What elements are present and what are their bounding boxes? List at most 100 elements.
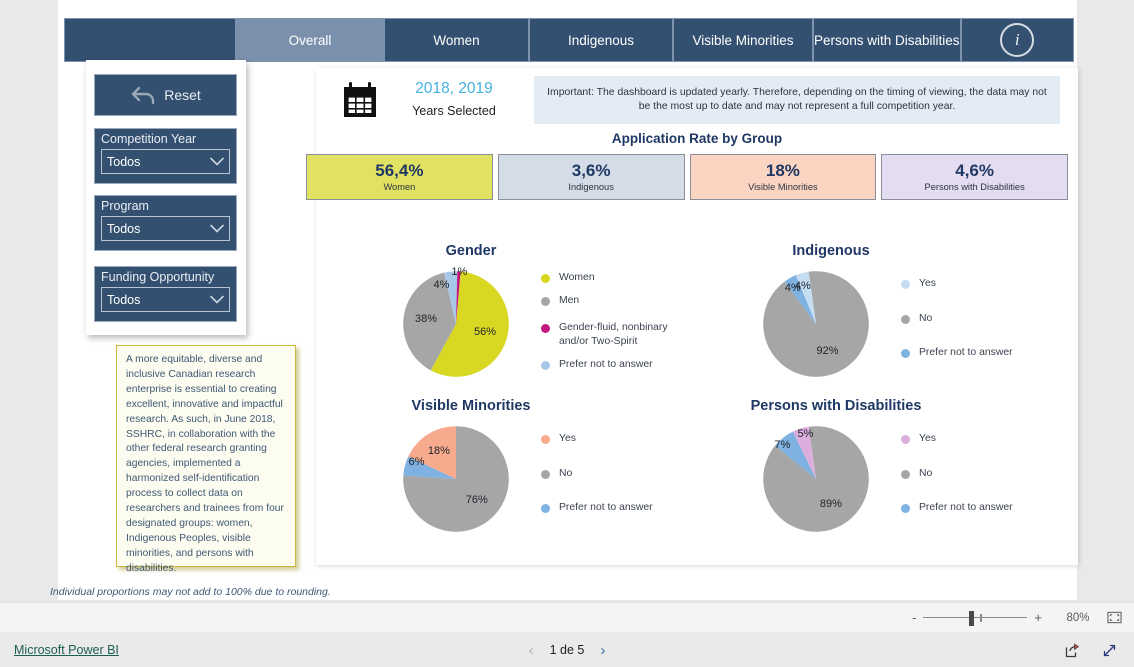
legend-swatch — [541, 504, 550, 513]
legend-item[interactable]: Prefer not to answer — [541, 358, 684, 372]
power-bi-footer: Microsoft Power BI ‹ 1 de 5 › — [0, 633, 1134, 667]
chart-indigenous-title: Indigenous — [792, 243, 870, 259]
chart-persons-with-disabilities: Persons with Disabilities 5% 89% 7% Yes No — [706, 398, 1051, 553]
chart-gender-title: Gender — [445, 243, 497, 259]
chart-persons-with-disabilities-title: Persons with Disabilities — [750, 398, 922, 414]
legend-label: Yes — [919, 433, 936, 444]
chart-gender-pie-svg — [403, 271, 509, 377]
legend-swatch — [541, 274, 550, 283]
legend-item[interactable]: No — [901, 467, 1013, 481]
tab-blank[interactable] — [64, 18, 236, 62]
info-icon: i — [1000, 23, 1035, 57]
legend-label: Gender-fluid, nonbinary and/or Two-Spiri… — [559, 322, 668, 347]
legend-item[interactable]: Prefer not to answer — [541, 501, 653, 515]
info-icon-glyph: i — [1014, 30, 1020, 49]
kpi-card-persons-with-disabilities-value: 4,6% — [955, 161, 994, 180]
legend-label: Prefer not to answer — [559, 502, 653, 513]
legend-swatch — [901, 280, 910, 289]
legend-swatch — [901, 314, 910, 324]
reset-arrow-icon — [132, 86, 155, 105]
chart-gender-legend: Women Men Gender-fluid, nonbinary and/or… — [541, 271, 684, 381]
important-notice-banner: Important: The dashboard is updated year… — [534, 76, 1060, 124]
tab-persons-with-disabilities[interactable]: Persons with Disabilities — [813, 18, 961, 62]
previous-page-button[interactable]: ‹ — [529, 642, 534, 659]
zoom-slider-thumb[interactable] — [969, 610, 975, 626]
legend-label: Prefer not to answer — [919, 347, 1013, 358]
chart-gender-pie[interactable]: 56% 38% 1% 4% — [401, 266, 511, 379]
important-notice-text: Important: The dashboard is updated year… — [547, 87, 1047, 112]
years-selected-value: 2018, 2019 — [415, 80, 493, 97]
legend-item[interactable]: Yes — [901, 277, 1013, 291]
tab-women[interactable]: Women — [384, 18, 529, 62]
slicer-funding-opportunity-value: Todos — [107, 292, 141, 307]
chart-persons-with-disabilities-pie-svg — [763, 426, 869, 532]
legend-swatch — [901, 435, 910, 444]
kpi-card-persons-with-disabilities[interactable]: 4,6% Persons with Disabilities — [881, 154, 1068, 200]
kpi-card-indigenous[interactable]: 3,6% Indigenous — [497, 154, 685, 200]
chevron-down-icon — [210, 295, 224, 304]
legend-label: No — [919, 312, 933, 324]
page-indicator: 1 de 5 — [549, 643, 585, 657]
legend-item[interactable]: Prefer not to answer — [901, 501, 1013, 515]
zoom-out-button[interactable]: - — [907, 610, 921, 625]
tab-overall[interactable]: Overall — [236, 18, 384, 62]
chart-indigenous-legend: Yes No Prefer not to answer — [901, 277, 1013, 369]
tab-visible-minorities[interactable]: Visible Minorities — [673, 18, 813, 62]
slicer-funding-opportunity[interactable]: Funding Opportunity Todos — [94, 266, 237, 322]
chart-persons-with-disabilities-pie[interactable]: 5% 89% 7% — [761, 424, 871, 534]
kpi-card-row: 56,4% Women 3,6% Indigenous 18% Visible … — [306, 154, 1068, 200]
kpi-card-indigenous-label: Indigenous — [568, 182, 614, 192]
legend-item[interactable]: Yes — [901, 432, 1013, 446]
legend-swatch — [541, 469, 550, 479]
legend-swatch — [541, 324, 550, 333]
zoom-slider-tick — [980, 613, 982, 622]
legend-item[interactable]: Women — [541, 271, 684, 285]
kpi-card-visible-minorities-value: 18% — [765, 161, 800, 180]
kpi-card-women-value: 56,4% — [375, 161, 424, 180]
filter-panel: Reset Competition Year Todos Program Tod… — [86, 60, 246, 335]
reset-button[interactable]: Reset — [94, 74, 237, 116]
fit-to-page-icon[interactable] — [1107, 610, 1122, 625]
zoom-slider[interactable] — [923, 610, 1028, 626]
slicer-funding-opportunity-select[interactable]: Todos — [101, 287, 230, 312]
legend-item[interactable]: No — [901, 312, 1013, 326]
tab-overall-label: Overall — [288, 32, 332, 48]
tab-indigenous[interactable]: Indigenous — [529, 18, 673, 62]
chart-visible-minorities: Visible Minorities 18% 76% 6% Yes No Pre… — [346, 398, 686, 553]
legend-item[interactable]: No — [541, 467, 653, 481]
tab-indigenous-label: Indigenous — [567, 32, 635, 48]
kpi-card-women[interactable]: 56,4% Women — [306, 154, 493, 200]
chart-visible-minorities-title: Visible Minorities — [411, 398, 531, 414]
legend-swatch — [901, 504, 910, 513]
slicer-competition-year[interactable]: Competition Year Todos — [94, 128, 237, 184]
zoom-level-value: 80% — [1066, 611, 1090, 624]
slicer-competition-year-select[interactable]: Todos — [101, 149, 230, 174]
zoom-slider-track — [923, 616, 1028, 618]
legend-item[interactable]: Gender-fluid, nonbinary and/or Two-Spiri… — [541, 321, 684, 348]
zoom-in-button[interactable]: + — [1029, 610, 1047, 625]
tab-women-label: Women — [433, 32, 480, 48]
chart-visible-minorities-legend: Yes No Prefer not to answer — [541, 432, 653, 524]
kpi-card-visible-minorities[interactable]: 18% Visible Minorities — [689, 154, 877, 200]
years-selected-label: Years Selected — [412, 104, 496, 118]
slicer-program[interactable]: Program Todos — [94, 195, 237, 251]
legend-item[interactable]: Yes — [541, 432, 653, 446]
legend-swatch — [901, 349, 910, 358]
slicer-competition-year-value: Todos — [107, 154, 141, 169]
chart-indigenous-pie[interactable]: 4% 92% 4% — [761, 269, 871, 379]
legend-item[interactable]: Men — [541, 294, 684, 308]
legend-label: Yes — [559, 433, 576, 444]
legend-item[interactable]: Prefer not to answer — [901, 346, 1013, 360]
zoom-toolbar: - + 80% — [0, 602, 1134, 632]
info-button[interactable]: i — [960, 18, 1074, 62]
power-bi-report-viewer: Overall Women Indigenous Visible Minorit… — [0, 0, 1134, 667]
slicer-program-select[interactable]: Todos — [101, 216, 230, 241]
next-page-button[interactable]: › — [600, 642, 605, 659]
tab-persons-with-disabilities-label: Persons with Disabilities — [814, 32, 960, 48]
chart-visible-minorities-pie[interactable]: 18% 76% 6% — [401, 424, 511, 534]
navigation-tabs: Overall Women Indigenous Visible Minorit… — [64, 18, 1074, 62]
chart-persons-with-disabilities-legend: Yes No Prefer not to answer — [901, 432, 1013, 524]
legend-swatch — [901, 469, 910, 479]
legend-label: No — [919, 467, 933, 479]
kpi-card-visible-minorities-label: Visible Minorities — [748, 182, 818, 192]
